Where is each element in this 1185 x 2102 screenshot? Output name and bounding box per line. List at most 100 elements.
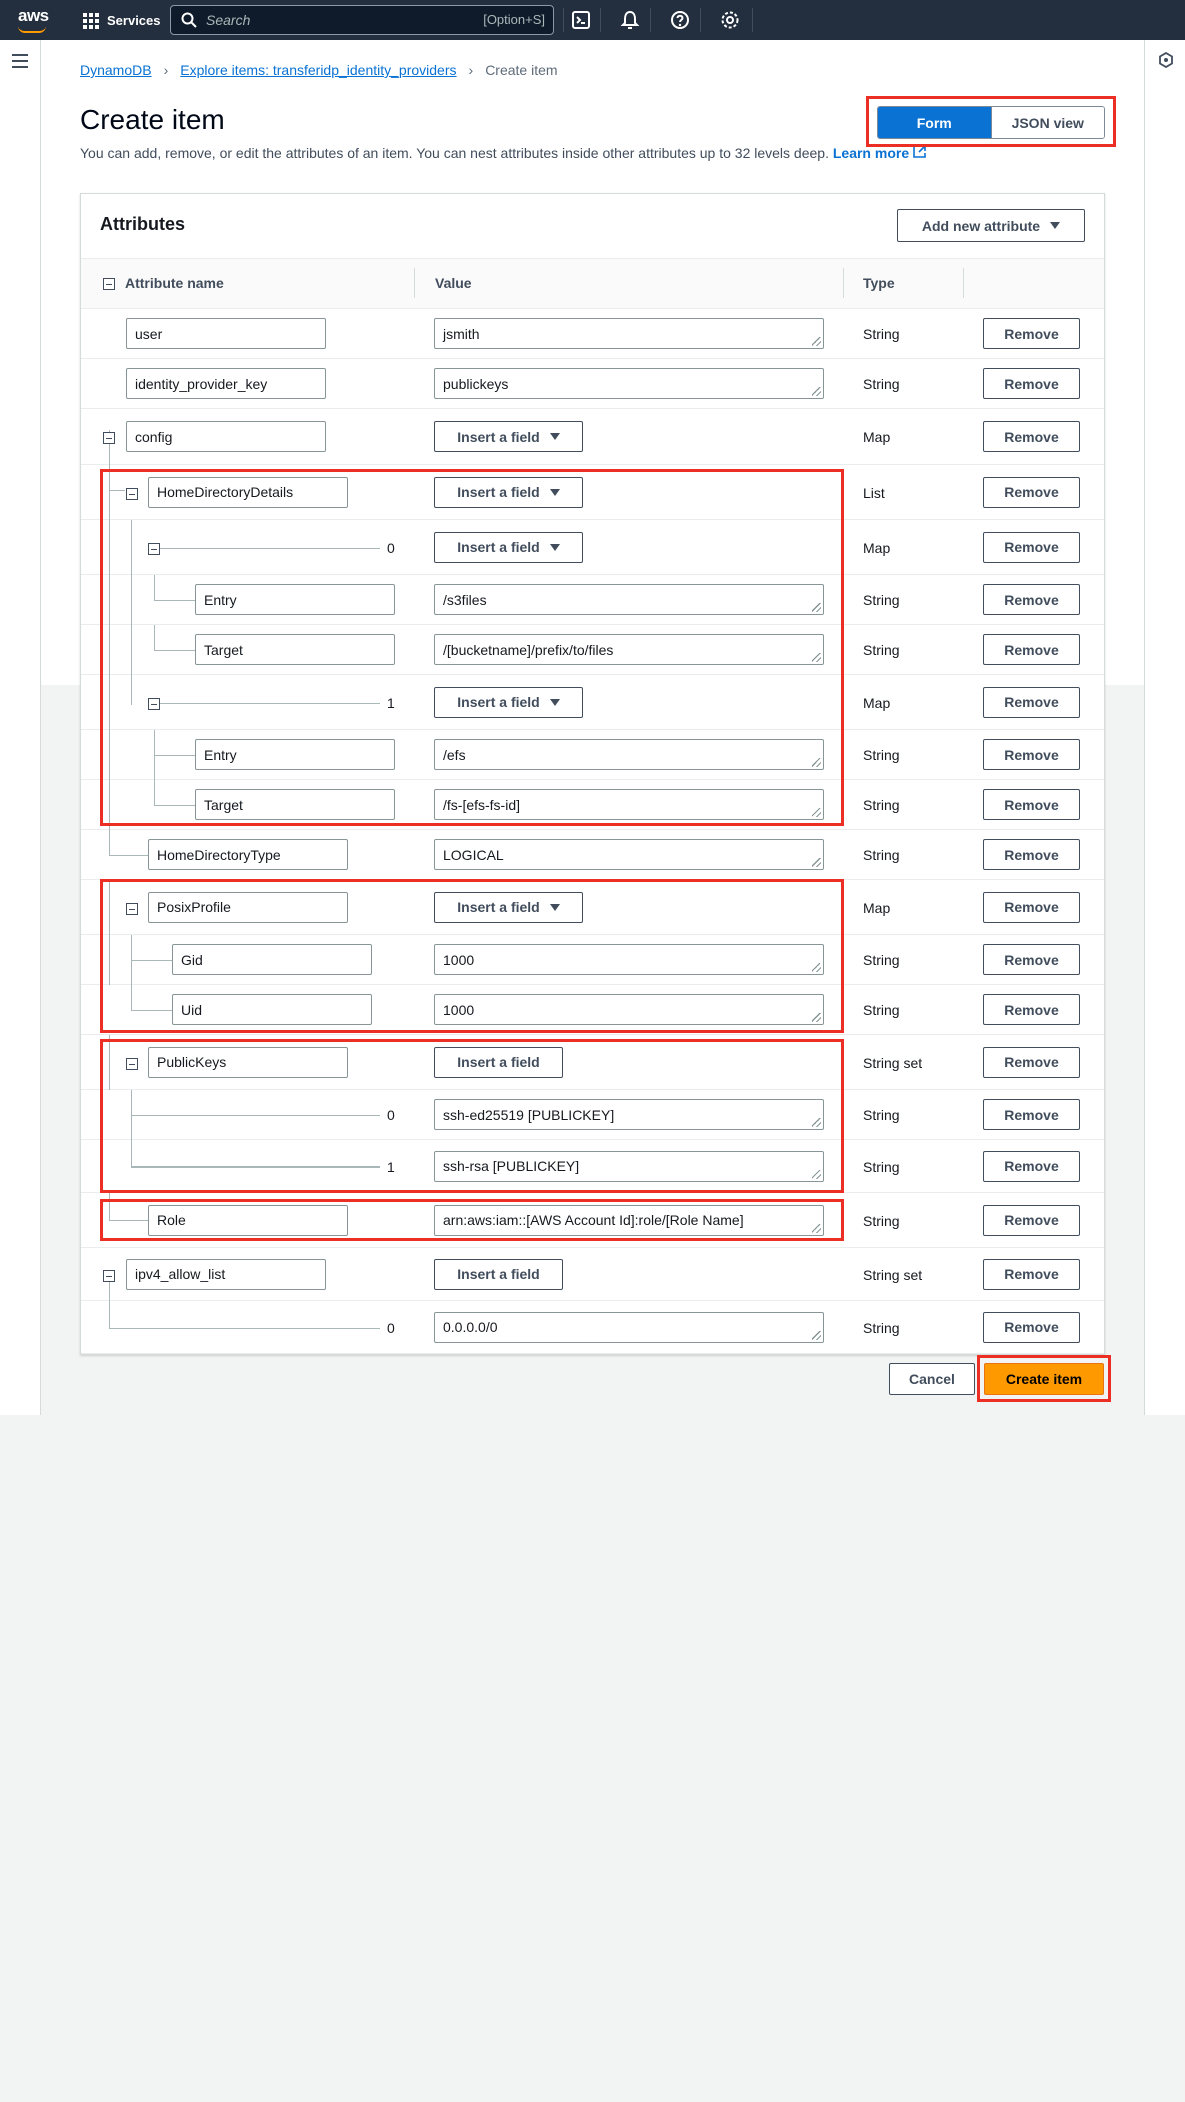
attribute-value-field[interactable]: 0.0.0.0/0 — [434, 1311, 824, 1343]
remove-button[interactable]: Remove — [983, 839, 1080, 870]
attribute-name-field[interactable]: PublicKeys — [148, 1046, 348, 1078]
help-icon[interactable] — [669, 9, 691, 31]
cloudshell-icon[interactable] — [570, 9, 592, 31]
info-panel-icon[interactable] — [1158, 52, 1174, 68]
remove-button[interactable]: Remove — [983, 531, 1080, 563]
tree-line — [109, 490, 125, 491]
attribute-name-field[interactable]: user — [126, 318, 326, 349]
attribute-value-field[interactable]: 1000 — [434, 994, 824, 1025]
remove-button[interactable]: Remove — [983, 1311, 1080, 1343]
add-new-attribute-button[interactable]: Add new attribute — [897, 209, 1085, 242]
attribute-value-field[interactable]: /fs-[efs-fs-id] — [434, 789, 824, 820]
remove-button[interactable]: Remove — [983, 891, 1080, 923]
attribute-value-field[interactable]: /s3files — [434, 584, 824, 615]
json-view-button[interactable]: JSON view — [990, 107, 1104, 138]
collapse-icon[interactable] — [148, 697, 160, 710]
remove-button[interactable]: Remove — [983, 1099, 1080, 1130]
attribute-value-field[interactable]: LOGICAL — [434, 839, 824, 870]
cancel-button[interactable]: Cancel — [889, 1363, 975, 1395]
remove-button[interactable]: Remove — [983, 1258, 1080, 1290]
collapse-icon[interactable] — [126, 487, 138, 500]
remove-button[interactable]: Remove — [983, 739, 1080, 770]
attribute-value-field[interactable]: ssh-rsa [PUBLICKEY] — [434, 1150, 824, 1182]
remove-button[interactable]: Remove — [983, 994, 1080, 1025]
remove-button[interactable]: Remove — [983, 1150, 1080, 1182]
collapse-icon[interactable] — [126, 1057, 138, 1070]
attribute-name-field[interactable]: PosixProfile — [148, 891, 348, 923]
attribute-type: String — [863, 326, 900, 342]
attribute-name-field[interactable]: Target — [195, 789, 395, 820]
form-view-button[interactable]: Form — [878, 107, 991, 138]
learn-more-link[interactable]: Learn more — [833, 145, 926, 161]
remove-button[interactable]: Remove — [983, 686, 1080, 718]
tree-line — [160, 702, 380, 704]
insert-field-button[interactable]: Insert a field — [434, 1258, 563, 1290]
collapse-icon[interactable] — [148, 542, 160, 555]
attribute-value-field[interactable]: ssh-ed25519 [PUBLICKEY] — [434, 1099, 824, 1130]
remove-button[interactable]: Remove — [983, 944, 1080, 975]
insert-field-button[interactable]: Insert a field — [434, 476, 583, 508]
remove-button[interactable]: Remove — [983, 584, 1080, 615]
tree-line — [131, 675, 132, 705]
tree-line — [109, 1327, 380, 1329]
attribute-name-field[interactable]: Entry — [195, 584, 395, 615]
collapse-all-icon[interactable] — [103, 278, 115, 290]
attribute-name-field[interactable]: HomeDirectoryType — [148, 839, 348, 870]
services-menu[interactable]: Services — [107, 13, 161, 28]
collapse-icon[interactable] — [103, 1269, 115, 1282]
tree-line — [131, 520, 132, 575]
attribute-value-field[interactable]: /efs — [434, 739, 824, 770]
attribute-type: Map — [863, 429, 891, 445]
tree-line — [109, 1035, 110, 1090]
attribute-name-field[interactable]: identity_provider_key — [126, 368, 326, 399]
settings-gear-icon[interactable] — [719, 9, 741, 31]
aws-logo[interactable]: aws — [18, 6, 49, 26]
remove-button[interactable]: Remove — [983, 1204, 1080, 1236]
insert-field-button[interactable]: Insert a field — [434, 1046, 563, 1078]
remove-button[interactable]: Remove — [983, 421, 1080, 452]
search-input[interactable]: Search [Option+S] — [170, 5, 554, 35]
services-grid-icon[interactable] — [83, 13, 99, 29]
tree-line — [131, 1010, 172, 1011]
attribute-value-field[interactable]: arn:aws:iam::[AWS Account Id]:role/[Role… — [434, 1204, 824, 1236]
tree-line — [109, 880, 110, 935]
remove-button[interactable]: Remove — [983, 318, 1080, 349]
attribute-name-field[interactable]: ipv4_allow_list — [126, 1258, 326, 1290]
create-item-button[interactable]: Create item — [984, 1363, 1104, 1395]
insert-field-button[interactable]: Insert a field — [434, 421, 583, 452]
notifications-bell-icon[interactable] — [619, 9, 641, 31]
remove-button[interactable]: Remove — [983, 1046, 1080, 1078]
breadcrumb-explore-items[interactable]: Explore items: transferidp_identity_prov… — [180, 62, 456, 78]
remove-button[interactable]: Remove — [983, 634, 1080, 665]
hamburger-menu-icon[interactable] — [12, 54, 28, 68]
tree-line — [109, 935, 110, 985]
collapse-icon[interactable] — [103, 432, 115, 444]
attribute-value-field[interactable]: jsmith — [434, 318, 824, 349]
insert-field-button[interactable]: Insert a field — [434, 891, 583, 923]
search-placeholder: Search — [206, 12, 251, 28]
attribute-name-field[interactable]: Uid — [172, 994, 372, 1025]
attribute-value-field[interactable]: /[bucketname]/prefix/to/files — [434, 634, 824, 665]
remove-button[interactable]: Remove — [983, 368, 1080, 399]
caret-down-icon — [549, 433, 560, 440]
remove-button[interactable]: Remove — [983, 476, 1080, 508]
attribute-name-field[interactable]: Gid — [172, 944, 372, 975]
insert-field-button[interactable]: Insert a field — [434, 531, 583, 563]
tree-line — [154, 575, 155, 600]
insert-field-button[interactable]: Insert a field — [434, 686, 583, 718]
attribute-name-field[interactable]: Role — [148, 1204, 348, 1236]
attribute-value-field[interactable]: publickeys — [434, 368, 824, 399]
breadcrumb-dynamodb[interactable]: DynamoDB — [80, 62, 152, 78]
column-value: Value — [435, 275, 472, 291]
collapse-icon[interactable] — [126, 902, 138, 915]
search-icon — [181, 12, 197, 28]
right-side-panel — [1144, 40, 1185, 1415]
page-description: You can add, remove, or edit the attribu… — [80, 145, 926, 161]
attribute-name-field[interactable]: config — [126, 421, 326, 452]
attribute-name-field[interactable]: Target — [195, 634, 395, 665]
attribute-name-field[interactable]: Entry — [195, 739, 395, 770]
attribute-name-field[interactable]: HomeDirectoryDetails — [148, 476, 348, 508]
caret-down-icon — [549, 903, 560, 911]
attribute-value-field[interactable]: 1000 — [434, 944, 824, 975]
remove-button[interactable]: Remove — [983, 789, 1080, 820]
